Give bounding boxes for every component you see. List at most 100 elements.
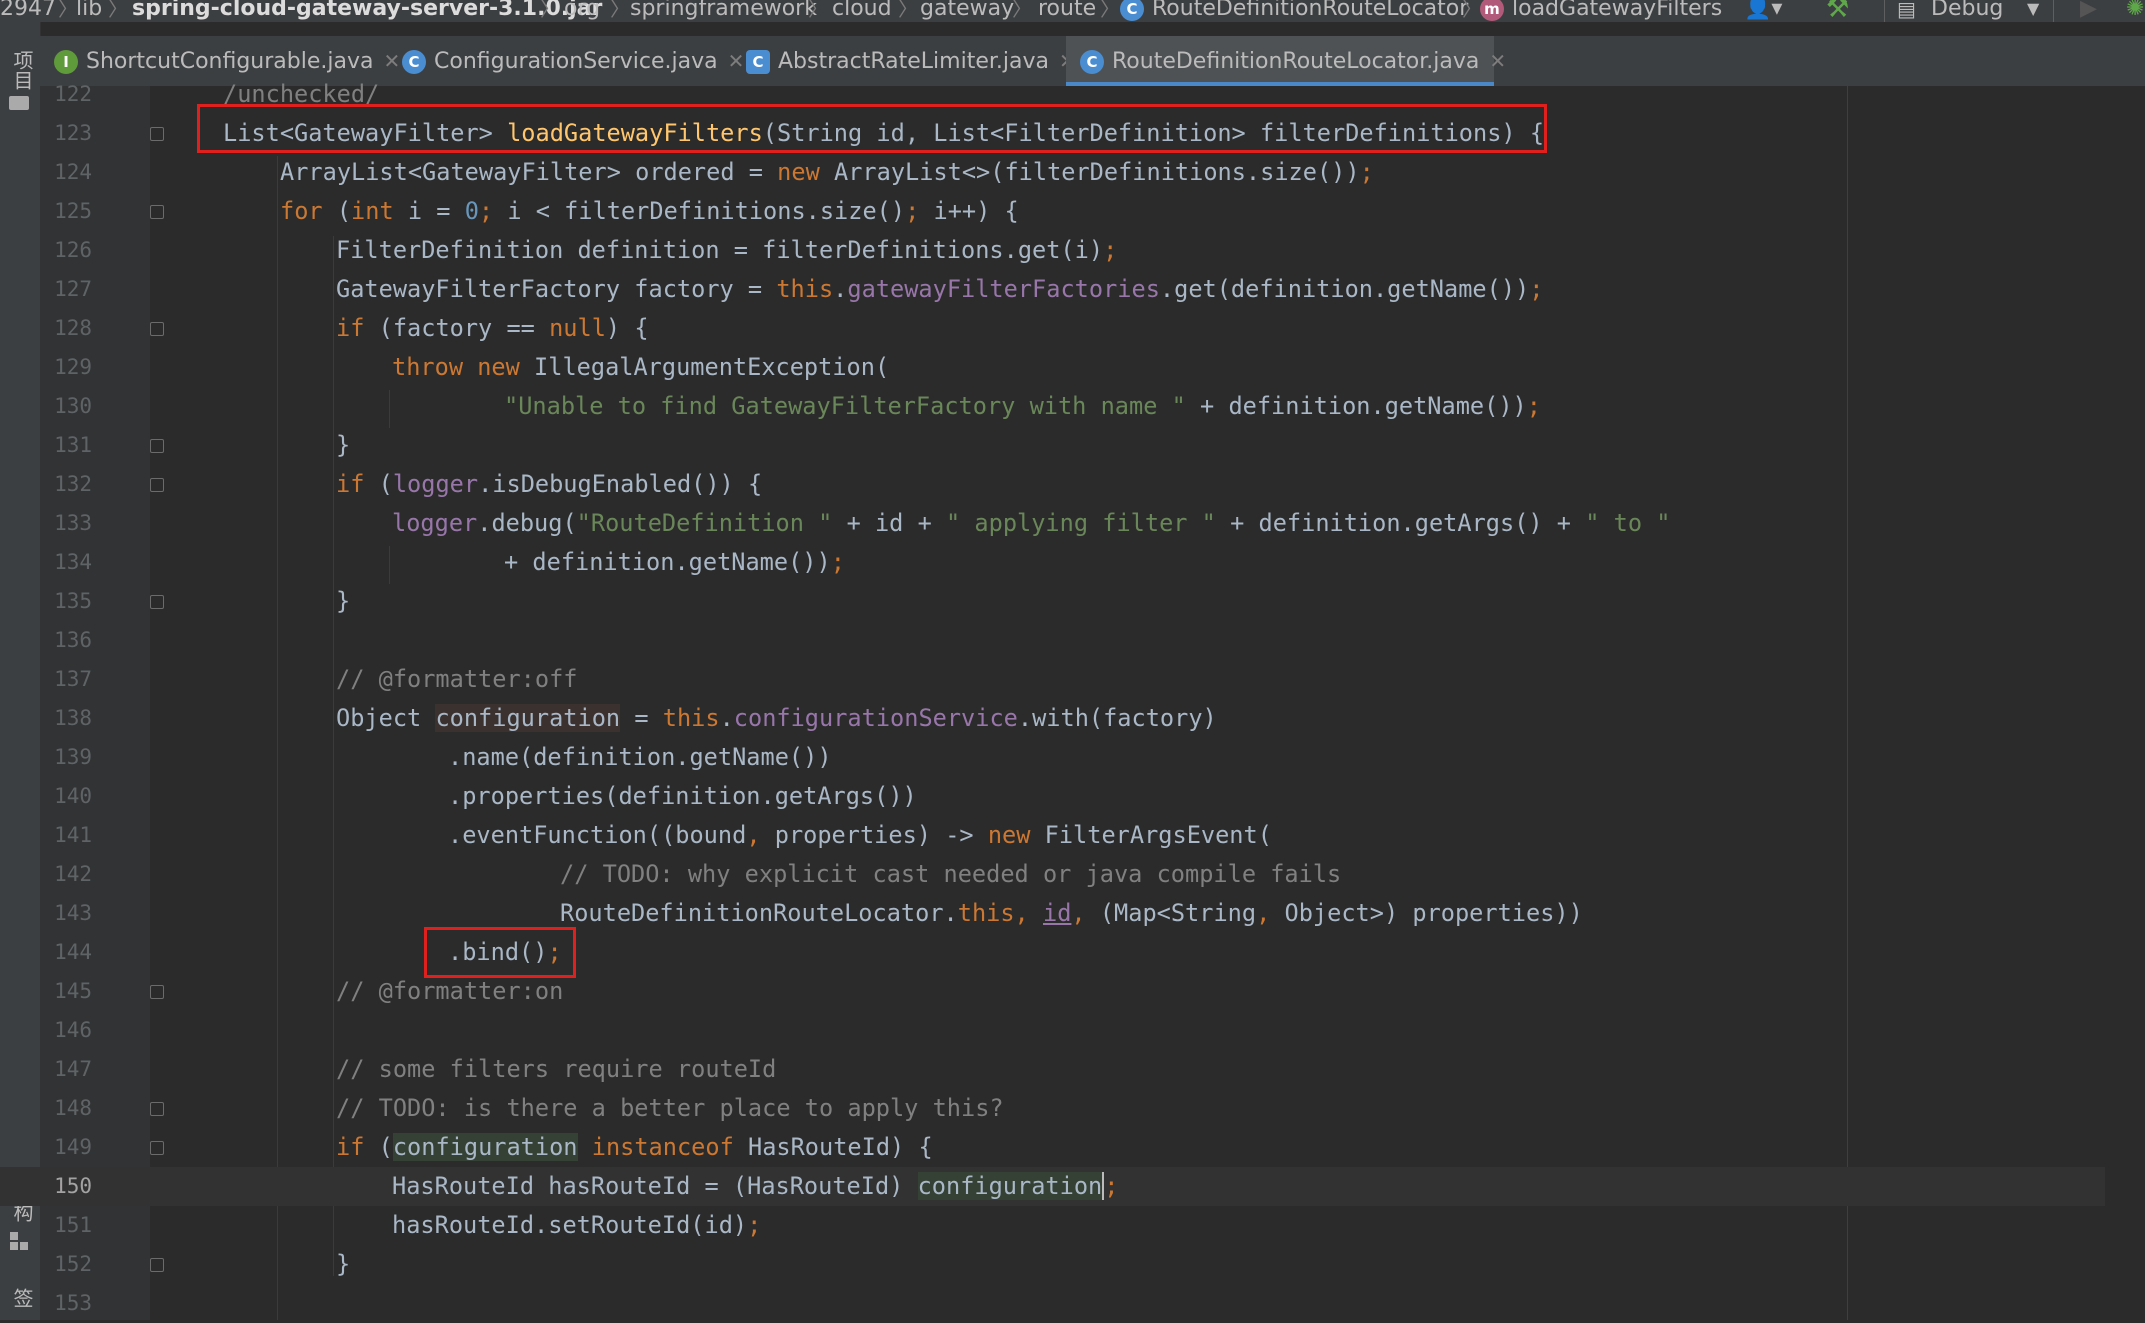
line-number: 126	[54, 238, 92, 262]
code-text: GatewayFilterFactory factory = this.gate…	[336, 275, 1544, 303]
debug-icon[interactable]: ✺	[2126, 0, 2144, 22]
tab-label: RouteDefinitionRouteLocator.java	[1112, 49, 1480, 74]
code-line[interactable]: 138 Object configuration = this.configura…	[0, 699, 2105, 738]
line-number: 134	[54, 550, 92, 574]
breadcrumb-method[interactable]: m loadGatewayFilters	[1480, 0, 1722, 22]
code-line[interactable]: 139 .name(definition.getName())	[0, 738, 2105, 777]
code-line[interactable]: 144 .bind();	[0, 933, 2105, 972]
code-line[interactable]: 140 .properties(definition.getArgs())	[0, 777, 2105, 816]
code-line[interactable]: 142 // TODO: why explicit cast needed or …	[0, 855, 2105, 894]
line-number: 152	[54, 1252, 92, 1276]
code-line[interactable]: 137 // @formatter:off	[0, 660, 2105, 699]
breadcrumb-item[interactable]: 2947	[0, 0, 56, 22]
code-text: HasRouteId hasRouteId = (HasRouteId) con…	[392, 1172, 1119, 1200]
chevron-down-icon: ▼	[2027, 0, 2040, 18]
code-line[interactable]: 146	[0, 1011, 2105, 1050]
user-icon[interactable]: 👤▾	[1744, 0, 1782, 22]
build-hammer-icon[interactable]: ⚒	[1826, 0, 1849, 22]
breadcrumb-class-label: RouteDefinitionRouteLocator	[1152, 0, 1469, 21]
line-number: 128	[54, 316, 92, 340]
line-number: 138	[54, 706, 92, 730]
tab-label: ShortcutConfigurable.java	[86, 49, 374, 74]
code-line[interactable]: 127 GatewayFilterFactory factory = this.g…	[0, 270, 2105, 309]
code-line[interactable]: 148 // TODO: is there a better place to a…	[0, 1089, 2105, 1128]
code-line[interactable]: 130 "Unable to find GatewayFilterFactory …	[0, 387, 2105, 426]
breadcrumb-item[interactable]: lib	[76, 0, 102, 22]
code-line[interactable]: 128 if (factory == null) {	[0, 309, 2105, 348]
breadcrumb-item[interactable]: springframework	[630, 0, 817, 22]
fold-icon[interactable]	[150, 1141, 164, 1155]
code-line[interactable]: 151 hasRouteId.setRouteId(id);	[0, 1206, 2105, 1245]
close-icon[interactable]: ✕	[383, 49, 400, 73]
breadcrumb-item[interactable]: route	[1038, 0, 1096, 22]
code-line[interactable]: 147 // some filters require routeId	[0, 1050, 2105, 1089]
line-number: 125	[54, 199, 92, 223]
class-icon: C	[1120, 0, 1144, 21]
run-icon[interactable]: ▶	[2080, 0, 2097, 22]
code-text: hasRouteId.setRouteId(id);	[392, 1211, 762, 1239]
chevron-right-icon: 〉	[58, 0, 78, 21]
code-line[interactable]: 135}	[0, 582, 2105, 621]
tab-label: AbstractRateLimiter.java	[778, 49, 1049, 74]
breadcrumb-class[interactable]: C RouteDefinitionRouteLocator	[1120, 0, 1468, 22]
run-configuration-select[interactable]: ▤ Debug ▼	[1884, 0, 2054, 22]
fold-icon[interactable]	[150, 439, 164, 453]
code-line[interactable]: 134 + definition.getName());	[0, 543, 2105, 582]
fold-icon[interactable]	[150, 205, 164, 219]
breadcrumb-item[interactable]: org	[564, 0, 600, 22]
code-text: .eventFunction((bound, properties) -> ne…	[448, 821, 1272, 849]
line-number: 132	[54, 472, 92, 496]
code-line[interactable]: 149 if (configuration instanceof HasRoute…	[0, 1128, 2105, 1167]
chevron-right-icon: 〉	[1462, 0, 1482, 21]
fold-icon[interactable]	[150, 1102, 164, 1116]
line-number: 140	[54, 784, 92, 808]
line-number: 136	[54, 628, 92, 652]
code-line[interactable]: 133 logger.debug("RouteDefinition " + id …	[0, 504, 2105, 543]
code-line[interactable]: 124 ArrayList<GatewayFilter> ordered = ne…	[0, 153, 2105, 192]
code-line[interactable]: 131}	[0, 426, 2105, 465]
line-number: 137	[54, 667, 92, 691]
run-configuration-label: Debug	[1931, 0, 2004, 21]
breadcrumb-item[interactable]: spring-cloud-gateway-server-3.1.0.jar	[132, 0, 602, 22]
fold-icon[interactable]	[150, 985, 164, 999]
code-line[interactable]: 126 FilterDefinition definition = filterD…	[0, 231, 2105, 270]
chevron-right-icon: 〉	[898, 0, 918, 21]
fold-icon[interactable]	[150, 322, 164, 336]
code-line[interactable]: 152}	[0, 1245, 2105, 1284]
chevron-right-icon: 〉	[610, 0, 630, 21]
code-line-current[interactable]: 150 HasRouteId hasRouteId = (HasRouteId) …	[0, 1167, 2105, 1206]
line-number: 146	[54, 1018, 92, 1042]
code-line[interactable]: 143 RouteDefinitionRouteLocator.this, id,…	[0, 894, 2105, 933]
breadcrumb-item[interactable]: gateway	[920, 0, 1014, 22]
code-text: }	[336, 587, 351, 615]
annotation-highlight-box	[197, 104, 1547, 153]
line-number: 127	[54, 277, 92, 301]
code-line[interactable]: 141 .eventFunction((bound, properties) ->…	[0, 816, 2105, 855]
line-number: 141	[54, 823, 92, 847]
close-icon[interactable]: ✕	[728, 49, 745, 73]
code-line[interactable]: 136	[0, 621, 2105, 660]
code-text: }	[336, 431, 351, 459]
code-text: // TODO: is there a better place to appl…	[336, 1094, 1004, 1122]
code-line[interactable]: 129 throw new IllegalArgumentException(	[0, 348, 2105, 387]
code-text: .name(definition.getName())	[448, 743, 832, 771]
close-icon[interactable]: ✕	[1489, 49, 1506, 73]
fold-icon[interactable]	[150, 127, 164, 141]
fold-icon[interactable]	[150, 478, 164, 492]
code-line[interactable]: 153	[0, 1284, 2105, 1323]
chevron-right-icon: 〉	[808, 0, 828, 21]
code-text: if (factory == null) {	[336, 314, 649, 342]
interface-icon: I	[54, 50, 78, 74]
code-line[interactable]: 145// @formatter:on	[0, 972, 2105, 1011]
fold-icon[interactable]	[150, 595, 164, 609]
chevron-right-icon: 〉	[540, 0, 560, 21]
breadcrumb-item[interactable]: cloud	[832, 0, 892, 22]
code-text: RouteDefinitionRouteLocator.this, id, (M…	[560, 899, 1583, 927]
tab-label: ConfigurationService.java	[434, 49, 718, 74]
line-number: 123	[54, 121, 92, 145]
code-line[interactable]: 125 for (int i = 0; i < filterDefinitions…	[0, 192, 2105, 231]
fold-icon[interactable]	[150, 1258, 164, 1272]
code-line[interactable]: 132 if (logger.isDebugEnabled()) {	[0, 465, 2105, 504]
config-icon: ▤	[1897, 0, 1916, 21]
line-number: 130	[54, 394, 92, 418]
